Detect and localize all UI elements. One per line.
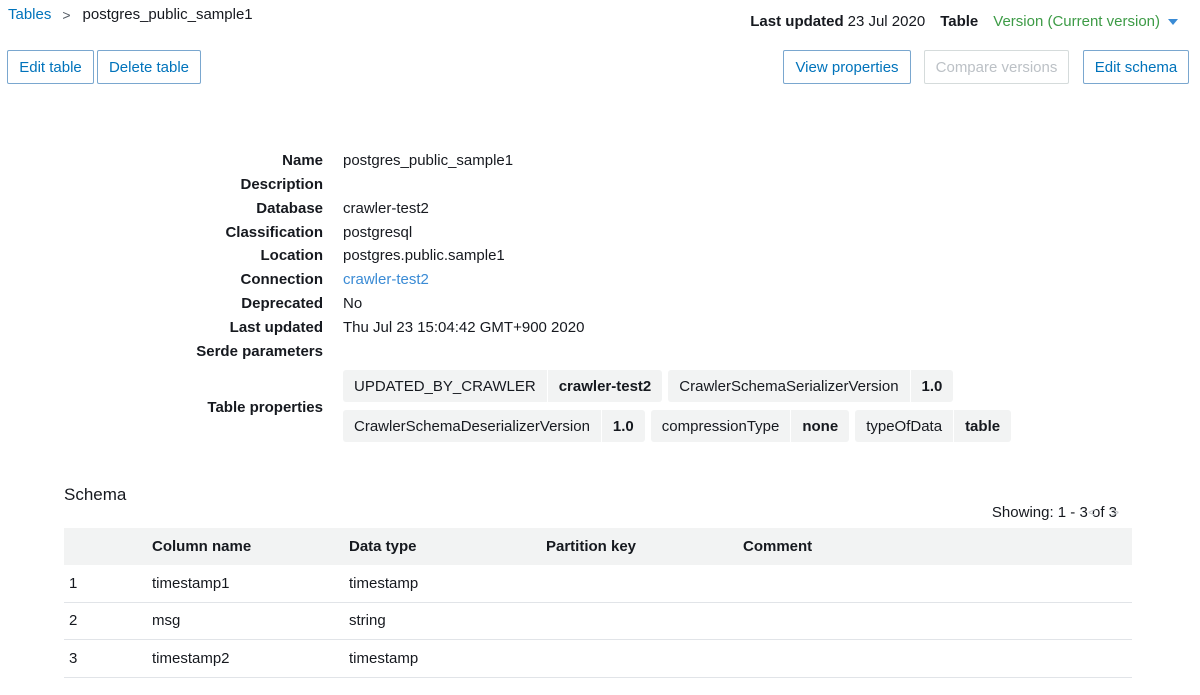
chevron-right-icon: > xyxy=(62,6,71,23)
property-value: none xyxy=(790,410,849,442)
detail-label: Location xyxy=(260,246,324,264)
table-header: Column name Data type Partition key Comm… xyxy=(64,528,1132,565)
detail-label: Deprecated xyxy=(241,294,323,312)
column-name-cell: timestamp2 xyxy=(152,649,230,667)
detail-label: Last updated xyxy=(229,318,323,336)
connection-link[interactable]: crawler-test2 xyxy=(343,271,429,288)
last-updated-label: Last updated xyxy=(750,13,844,30)
column-name-cell: msg xyxy=(152,612,181,630)
property-value: 1.0 xyxy=(600,410,645,442)
breadcrumb-current: postgres_public_sample1 xyxy=(82,6,253,23)
column-header-comment[interactable]: Comment xyxy=(743,538,943,555)
detail-label: Connection xyxy=(240,270,324,288)
pagination-summary: Showing: 1 - 3 of 3 xyxy=(991,504,1117,521)
detail-label: Database xyxy=(256,199,323,217)
property-key: UPDATED_BY_CRAWLER xyxy=(354,377,536,395)
detail-value: crawler-test2 xyxy=(343,199,429,217)
property-tag: typeOfData table xyxy=(855,410,1012,442)
detail-value: Thu Jul 23 15:04:42 GMT+900 2020 xyxy=(343,318,585,336)
edit-table-button[interactable]: Edit table xyxy=(7,50,94,84)
column-header-data-type[interactable]: Data type xyxy=(349,538,546,555)
property-value: crawler-test2 xyxy=(546,370,663,402)
detail-value: postgresql xyxy=(343,223,413,241)
column-header-partition-key[interactable]: Partition key xyxy=(546,538,743,555)
property-tag: UPDATED_BY_CRAWLER crawler-test2 xyxy=(343,370,663,402)
tag-row: CrawlerSchemaDeserializerVersion 1.0 com… xyxy=(343,410,1012,442)
table-row: 1 timestamp1 timestamp xyxy=(64,565,1132,603)
property-key: CrawlerSchemaDeserializerVersion xyxy=(354,417,590,435)
detail-row-classification: Classification postgresql xyxy=(0,222,700,242)
detail-value: postgres.public.sample1 xyxy=(343,246,505,264)
detail-row-deprecated: Deprecated No xyxy=(0,293,700,313)
row-index: 1 xyxy=(69,574,78,592)
chevron-left-icon[interactable]: < xyxy=(1088,504,1096,520)
schema-table: Column name Data type Partition key Comm… xyxy=(64,528,1132,678)
detail-value: postgres_public_sample1 xyxy=(343,151,514,169)
row-index: 3 xyxy=(69,649,78,667)
data-type-cell: timestamp xyxy=(349,649,419,667)
table-row: 2 msg string xyxy=(64,603,1132,640)
compare-versions-button[interactable]: Compare versions xyxy=(924,50,1069,84)
table-properties-tags: UPDATED_BY_CRAWLER crawler-test2 Crawler… xyxy=(343,370,1012,450)
caret-down-icon[interactable] xyxy=(1168,18,1178,25)
detail-label: Description xyxy=(240,175,323,193)
detail-label: Name xyxy=(282,151,323,169)
last-updated-value: 23 Jul 2020 xyxy=(847,13,926,30)
detail-row-table-properties: Table properties xyxy=(0,397,330,417)
property-key: typeOfData xyxy=(866,417,943,435)
column-header-column-name[interactable]: Column name xyxy=(152,538,349,555)
detail-row-last-updated: Last updated Thu Jul 23 15:04:42 GMT+900… xyxy=(0,317,700,337)
header-meta: Last updated 23 Jul 2020 Table Version (… xyxy=(750,13,1178,30)
tag-row: UPDATED_BY_CRAWLER crawler-test2 Crawler… xyxy=(343,370,1011,402)
breadcrumb-tables-link[interactable]: Tables xyxy=(8,6,51,23)
data-type-cell: string xyxy=(349,612,386,630)
detail-label: Serde parameters xyxy=(196,342,323,360)
property-value: 1.0 xyxy=(909,370,954,402)
row-index: 2 xyxy=(69,612,78,630)
detail-label: Table properties xyxy=(207,398,323,416)
delete-table-button[interactable]: Delete table xyxy=(97,50,201,84)
view-properties-button[interactable]: View properties xyxy=(783,50,911,84)
detail-row-name: Name postgres_public_sample1 xyxy=(0,150,700,170)
chevron-right-icon[interactable]: > xyxy=(1111,504,1119,520)
data-type-cell: timestamp xyxy=(349,574,419,592)
table-label: Table xyxy=(940,13,979,30)
property-key: compressionType xyxy=(661,417,780,435)
property-tag: CrawlerSchemaSerializerVersion 1.0 xyxy=(668,370,954,402)
detail-value: No xyxy=(343,294,363,312)
property-value: table xyxy=(953,410,1011,442)
detail-row-location: Location postgres.public.sample1 xyxy=(0,245,700,265)
detail-row-description: Description xyxy=(0,174,700,194)
breadcrumb: Tables > postgres_public_sample1 xyxy=(8,6,253,23)
detail-label: Classification xyxy=(225,223,323,241)
version-dropdown[interactable]: Version (Current version) xyxy=(993,13,1160,30)
detail-row-connection: Connection crawler-test2 xyxy=(0,269,700,289)
table-row: 3 timestamp2 timestamp xyxy=(64,640,1132,678)
edit-schema-button[interactable]: Edit schema xyxy=(1083,50,1189,84)
property-tag: compressionType none xyxy=(650,410,850,442)
property-key: CrawlerSchemaSerializerVersion xyxy=(679,377,899,395)
schema-title: Schema xyxy=(64,485,127,504)
column-name-cell: timestamp1 xyxy=(152,574,230,592)
detail-row-database: Database crawler-test2 xyxy=(0,198,700,218)
property-tag: CrawlerSchemaDeserializerVersion 1.0 xyxy=(343,410,645,442)
detail-row-serde-parameters: Serde parameters xyxy=(0,341,700,361)
